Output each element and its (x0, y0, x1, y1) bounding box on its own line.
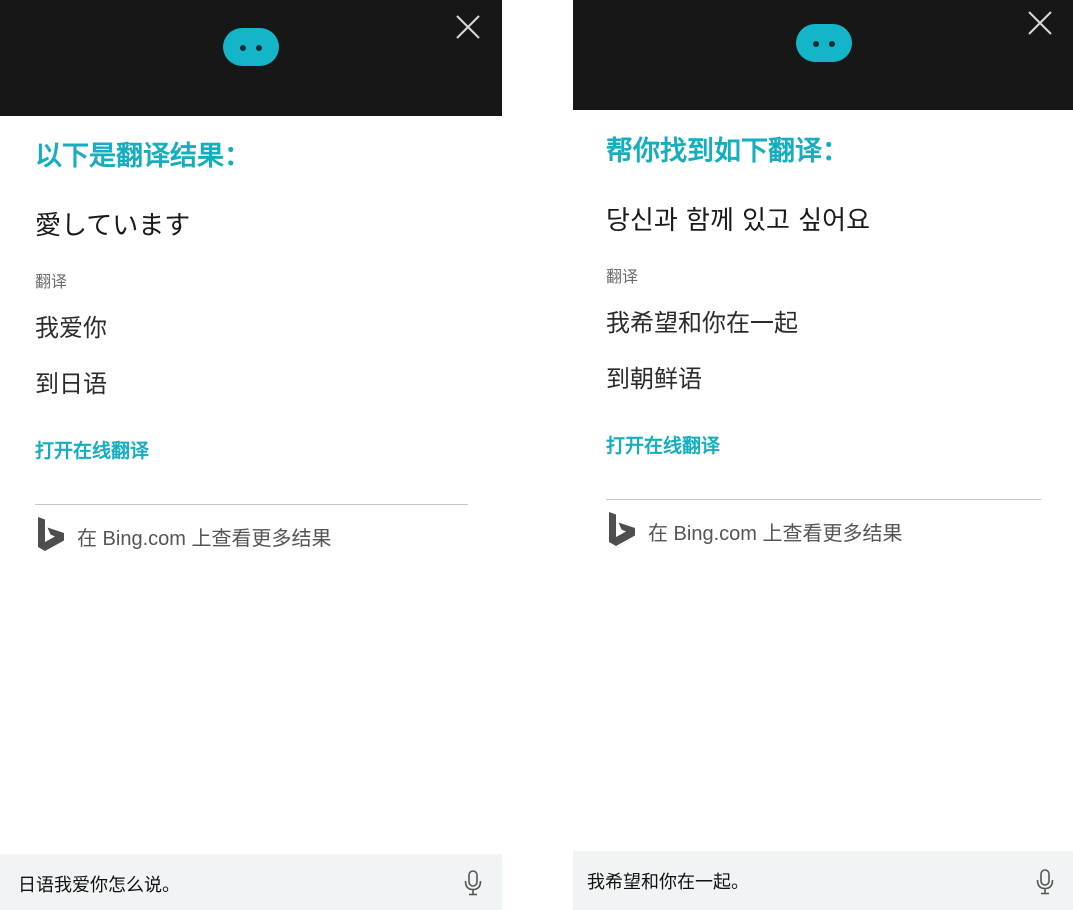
microphone-icon[interactable] (463, 870, 483, 896)
panel-header (0, 0, 502, 116)
bing-logo-icon (38, 517, 64, 551)
bing-logo-icon (609, 512, 635, 546)
result-heading: 帮你找到如下翻译： (606, 136, 849, 167)
cortana-face-icon (796, 24, 852, 62)
bing-more-results-text: 在 Bing.com 上查看更多结果 (77, 528, 332, 550)
ask-input-bar[interactable]: 日语我爱你怎么说。 (0, 854, 502, 910)
cortana-face-icon (223, 28, 279, 66)
query-input-text[interactable]: 日语我爱你怎么说。 (18, 871, 180, 897)
result-heading: 以下是翻译结果： (35, 141, 251, 172)
cortana-panel-japanese: 以下是翻译结果： 愛しています 翻译 我爱你 到日语 打开在线翻译 在 Bing… (0, 0, 502, 910)
target-language: 到日语 (35, 370, 107, 398)
divider (606, 499, 1041, 500)
divider (35, 504, 468, 505)
source-text: 我希望和你在一起 (606, 309, 798, 337)
panel-header (573, 0, 1073, 110)
close-icon[interactable] (1025, 8, 1055, 38)
close-icon[interactable] (453, 12, 483, 42)
source-text: 我爱你 (35, 314, 107, 342)
bing-more-results-text: 在 Bing.com 上查看更多结果 (648, 523, 903, 545)
translate-label: 翻译 (35, 272, 68, 291)
cortana-panel-korean: 帮你找到如下翻译： 당신과 함께 있고 싶어요 翻译 我希望和你在一起 到朝鲜语… (573, 0, 1073, 910)
microphone-icon[interactable] (1035, 869, 1055, 895)
translate-label: 翻译 (606, 267, 639, 286)
translated-text: 당신과 함께 있고 싶어요 (606, 206, 870, 236)
open-online-translate-link[interactable]: 打开在线翻译 (35, 436, 149, 463)
target-language: 到朝鲜语 (606, 365, 702, 393)
open-online-translate-link[interactable]: 打开在线翻译 (606, 431, 720, 458)
query-input-text[interactable]: 我希望和你在一起。 (587, 868, 749, 894)
ask-input-bar[interactable]: 我希望和你在一起。 (573, 851, 1073, 910)
translated-text: 愛しています (35, 211, 191, 241)
